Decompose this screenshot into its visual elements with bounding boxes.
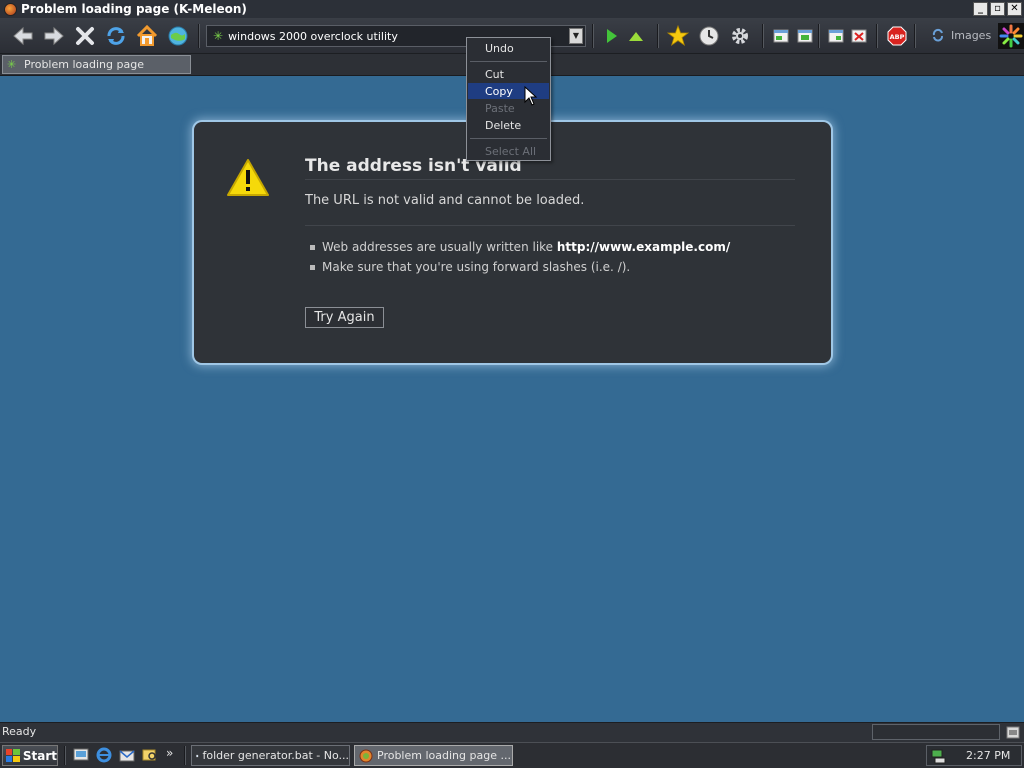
start-button[interactable]: Start <box>2 745 58 766</box>
suggestion-item: Make sure that you're using forward slas… <box>310 260 630 274</box>
window-list-icon[interactable] <box>792 23 818 49</box>
status-resize-icon[interactable] <box>1005 725 1021 740</box>
throbber-logo-icon <box>998 23 1024 49</box>
quicklaunch-chevron[interactable]: » <box>166 746 173 760</box>
images-refresh-icon <box>932 28 943 42</box>
try-again-button[interactable]: Try Again <box>305 307 384 328</box>
new-window-icon[interactable] <box>768 23 794 49</box>
close-button[interactable]: ✕ <box>1007 2 1022 16</box>
kmeleon-icon <box>359 749 373 762</box>
windows-logo-icon <box>6 749 20 762</box>
taskbar-item-label: folder generator.bat - No... <box>202 749 350 762</box>
notepad-icon <box>196 754 199 757</box>
search-folder-icon[interactable] <box>141 746 159 764</box>
internet-explorer-icon[interactable] <box>95 746 113 764</box>
error-description: The URL is not valid and cannot be loade… <box>305 193 585 208</box>
menu-item-delete[interactable]: Delete <box>468 117 549 133</box>
suggestion-text-2: Make sure that you're using forward slas… <box>322 260 631 274</box>
suggestion-item: Web addresses are usually written like h… <box>310 240 730 254</box>
outlook-express-icon[interactable] <box>118 746 136 764</box>
tab-loading-icon: ✳ <box>7 57 17 71</box>
kmeleon-app-icon[interactable] <box>4 2 17 16</box>
images-label: Images <box>951 28 992 42</box>
warning-icon <box>226 158 270 198</box>
taskbar-item-kmeleon[interactable]: Problem loading page ... <box>354 745 513 766</box>
globe-icon[interactable] <box>165 23 191 49</box>
example-url: http://www.example.com/ <box>556 240 731 254</box>
show-desktop-icon[interactable] <box>72 746 90 764</box>
suggestion-text-1: Web addresses are usually written like <box>322 240 557 254</box>
bullet <box>310 244 315 250</box>
maximize-button[interactable]: ▫ <box>990 2 1005 16</box>
menu-separator <box>470 61 547 62</box>
taskbar-item-notepad[interactable]: folder generator.bat - No... <box>191 745 350 766</box>
url-dropdown-icon[interactable]: ▼ <box>569 28 583 44</box>
up-icon[interactable] <box>623 23 649 49</box>
mouse-cursor-icon <box>524 85 538 106</box>
forward-icon[interactable] <box>41 23 67 49</box>
back-icon[interactable] <box>10 23 36 49</box>
tray-network-icon[interactable] <box>930 748 946 764</box>
start-label: Start <box>22 748 57 763</box>
divider <box>305 225 795 226</box>
clock[interactable]: 2:27 PM <box>966 749 1010 762</box>
context-menu: Undo Cut Copy Paste Delete Select All <box>466 37 551 161</box>
status-progress-panel <box>872 724 1000 740</box>
images-toggle-button[interactable]: Images <box>931 28 991 42</box>
home-icon[interactable] <box>134 23 160 49</box>
adblock-plus-icon[interactable]: ABP <box>884 23 910 49</box>
tab-label: Problem loading page <box>24 58 144 71</box>
menu-item-cut[interactable]: Cut <box>468 66 549 82</box>
window-title: Problem loading page (K-Meleon) <box>21 2 247 16</box>
stop-icon[interactable] <box>72 23 98 49</box>
tab-problem-loading-page[interactable]: ✳ Problem loading page <box>2 55 191 74</box>
menu-item-select-all[interactable]: Select All <box>468 143 549 159</box>
reload-icon[interactable] <box>103 23 129 49</box>
menu-item-undo[interactable]: Undo <box>468 40 549 56</box>
taskbar-item-label: Problem loading page ... <box>377 749 511 762</box>
go-icon[interactable] <box>598 23 624 49</box>
close-tab-icon[interactable] <box>846 23 872 49</box>
abp-label: ABP <box>890 33 905 41</box>
menu-separator <box>470 138 547 139</box>
bookmarks-star-icon[interactable] <box>665 23 691 49</box>
status-bar <box>0 722 1024 742</box>
bullet <box>310 264 315 270</box>
title-bar[interactable]: Problem loading page (K-Meleon) _ ▫ ✕ <box>0 0 1024 18</box>
divider <box>305 179 795 180</box>
history-clock-icon[interactable] <box>696 23 722 49</box>
settings-gear-icon[interactable] <box>727 23 753 49</box>
url-value: windows 2000 overclock utility <box>228 29 398 43</box>
status-text: Ready <box>2 725 37 738</box>
minimize-button[interactable]: _ <box>973 2 988 16</box>
loading-spinner-icon: ✳ <box>213 29 224 43</box>
